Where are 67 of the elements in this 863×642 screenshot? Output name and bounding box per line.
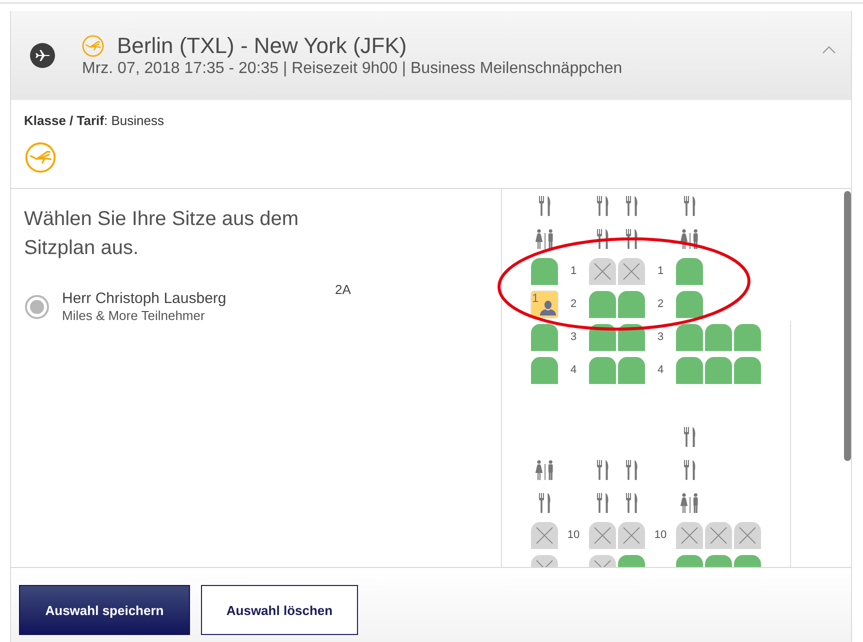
route-title: Berlin (TXL) - New York (JFK) [117, 32, 407, 58]
cutlery-icon [684, 460, 696, 480]
seat[interactable] [589, 291, 616, 318]
passenger-program: Miles & More Teilnehmer [62, 308, 206, 324]
row-number: 3 [657, 331, 664, 344]
cutlery-icon [538, 196, 550, 216]
row-number: 4 [657, 364, 664, 377]
passenger-name: Herr Christoph Lausberg [62, 290, 228, 308]
cutlery-icon [626, 492, 638, 512]
clear-button[interactable]: Auswahl löschen [201, 585, 358, 635]
seat[interactable] [705, 324, 732, 351]
cutlery-icon [596, 460, 608, 480]
cross-icon [594, 527, 611, 544]
restroom-icon [534, 460, 556, 480]
bird-logo-icon [25, 142, 56, 173]
radio-button[interactable] [25, 295, 49, 319]
person-icon [540, 300, 556, 316]
cross-icon [623, 527, 640, 544]
seat[interactable] [618, 291, 645, 318]
restroom-icon [678, 228, 700, 248]
passenger-seat: 2A [335, 282, 351, 298]
seat[interactable] [705, 357, 732, 384]
fare-text: Klasse / Tarif: Business [24, 113, 164, 129]
restroom-icon [678, 492, 700, 512]
seat[interactable] [589, 357, 616, 384]
seat[interactable] [734, 324, 761, 351]
row-number: 2 [570, 298, 577, 311]
instruction-text: Wählen Sie Ihre Sitze aus dem Sitzplan aus. [24, 207, 300, 261]
seat[interactable] [676, 357, 703, 384]
row-number: 1 [657, 265, 664, 278]
cross-icon [594, 263, 611, 280]
seat[interactable] [676, 324, 703, 351]
seat[interactable] [531, 258, 558, 285]
row-number: 3 [570, 331, 577, 344]
row-number: 2 [657, 298, 664, 311]
cross-icon [536, 527, 553, 544]
seat[interactable] [676, 258, 703, 285]
flight-details: Mrz. 07, 2018 17:35 - 20:35 | Reisezeit 9h00 | Business Meilenschnäppchen [82, 58, 622, 78]
row-number: 4 [570, 364, 577, 377]
save-button[interactable]: Auswahl speichern [19, 585, 190, 635]
bird-logo-icon [82, 34, 104, 56]
seat[interactable] [618, 357, 645, 384]
cross-icon [681, 527, 698, 544]
cutlery-icon [626, 196, 638, 216]
cutlery-icon [626, 460, 638, 480]
passenger-number: 1 [532, 292, 539, 305]
cutlery-icon [596, 196, 608, 216]
row-number: 1 [570, 265, 577, 278]
seat[interactable] [531, 324, 558, 351]
seat[interactable] [676, 291, 703, 318]
cross-icon [623, 263, 640, 280]
cutlery-icon [626, 228, 638, 248]
airplane-icon [30, 43, 55, 68]
chevron-up-icon[interactable] [822, 46, 836, 54]
seat[interactable] [734, 357, 761, 384]
cutlery-icon [684, 196, 696, 216]
row-number: 10 [567, 529, 580, 542]
cutlery-icon [684, 426, 696, 446]
row-number: 10 [654, 529, 667, 542]
scrollbar-thumb[interactable] [844, 191, 851, 461]
cutlery-icon [596, 492, 608, 512]
seat[interactable] [531, 357, 558, 384]
cross-icon [710, 527, 727, 544]
restroom-icon [534, 228, 556, 248]
cutlery-icon [538, 492, 550, 512]
cutlery-icon [596, 228, 608, 248]
cross-icon [739, 527, 756, 544]
